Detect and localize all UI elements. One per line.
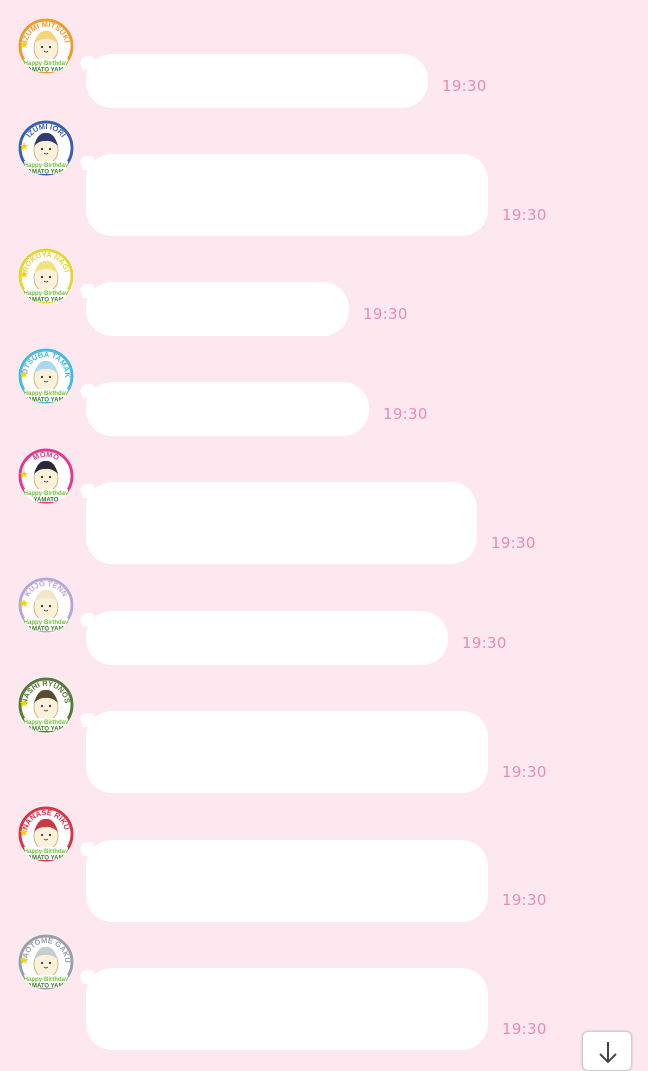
message-row: IZUMI MITSUKI Happy·Birthday YAMATO YAMA… (0, 18, 648, 112)
message-bubble[interactable] (86, 54, 428, 108)
message-bubble[interactable] (86, 482, 477, 564)
message-bubble[interactable] (86, 154, 488, 236)
sender-avatar[interactable]: YAOTOME GAKU Happy·Birthday YAMATO YAMA (18, 934, 74, 990)
message-text (86, 840, 488, 872)
message-timestamp: 19:30 (363, 305, 408, 323)
scroll-to-bottom-button[interactable] (582, 1031, 632, 1071)
svg-text:Happy·Birthday: Happy·Birthday (24, 291, 69, 297)
message-timestamp: 19:30 (502, 763, 547, 781)
message-row: YAOTOME GAKU Happy·Birthday YAMATO YAMA … (0, 934, 648, 1054)
svg-text:YAMATO YAMA: YAMATO YAMA (24, 398, 68, 404)
sender-avatar[interactable]: NANASE RIKU Happy·Birthday YAMATO YAMA (18, 806, 74, 862)
message-bubble[interactable] (86, 611, 448, 665)
svg-text:Happy·Birthday: Happy·Birthday (24, 977, 69, 983)
sender-avatar[interactable]: KUJO TENN Happy·Birthday YAMATO YAMA (18, 577, 74, 633)
sender-avatar[interactable]: YOTSUBA TAMAKI Happy·Birthday YAMATO YAM… (18, 348, 74, 404)
message-bubble[interactable] (86, 382, 369, 436)
svg-text:YAMATO: YAMATO (34, 498, 59, 504)
svg-text:Happy·Birthday: Happy·Birthday (24, 720, 69, 726)
svg-text:Happy·Birthday: Happy·Birthday (24, 849, 69, 855)
svg-text:YAMATO YAMA: YAMATO YAMA (24, 298, 68, 304)
message-text (86, 154, 488, 186)
message-text (86, 968, 488, 1000)
svg-text:Happy·Birthday: Happy·Birthday (24, 620, 69, 626)
message-text (86, 282, 349, 314)
message-row: YOTSUBA TAMAKI Happy·Birthday YAMATO YAM… (0, 348, 648, 440)
svg-text:Happy·Birthday: Happy·Birthday (24, 61, 69, 67)
svg-text:YAMATO YAMA: YAMATO YAMA (24, 856, 68, 862)
message-timestamp: 19:30 (462, 634, 507, 652)
sender-avatar[interactable]: IZUMI IORI Happy·Birthday YAMATO YAMA (18, 120, 74, 176)
message-text (86, 54, 428, 86)
message-row: MOMO Happy·Birthday YAMATO 19:30 (0, 448, 648, 568)
svg-text:YAMATO YAMA: YAMATO YAMA (24, 170, 68, 176)
chat-message-list[interactable]: IZUMI MITSUKI Happy·Birthday YAMATO YAMA… (0, 0, 648, 1060)
message-row: KUJO TENN Happy·Birthday YAMATO YAMA 19:… (0, 577, 648, 669)
arrow-down-icon (599, 1042, 617, 1064)
sender-avatar[interactable]: MOMO Happy·Birthday YAMATO (18, 448, 74, 504)
message-timestamp: 19:30 (442, 77, 487, 95)
message-text (86, 382, 369, 414)
sender-avatar[interactable]: ROKUYA NAGI Happy·Birthday YAMATO YAMA (18, 248, 74, 304)
message-row: TSUNASHI RYUNOSUKE Happy·Birthday YAMATO… (0, 677, 648, 797)
sender-avatar[interactable]: TSUNASHI RYUNOSUKE Happy·Birthday YAMATO… (18, 677, 74, 733)
sender-avatar[interactable]: IZUMI MITSUKI Happy·Birthday YAMATO YAMA (18, 18, 74, 74)
message-timestamp: 19:30 (491, 534, 536, 552)
message-bubble[interactable] (86, 711, 488, 793)
message-row: NANASE RIKU Happy·Birthday YAMATO YAMA 1… (0, 806, 648, 926)
message-bubble[interactable] (86, 840, 488, 922)
svg-text:Happy·Birthday: Happy·Birthday (24, 163, 69, 169)
svg-text:YAMATO YAMA: YAMATO YAMA (24, 68, 68, 74)
svg-text:Happy·Birthday: Happy·Birthday (24, 391, 69, 397)
svg-text:YAMATO YAMA: YAMATO YAMA (24, 627, 68, 633)
svg-text:YAMATO YAMA: YAMATO YAMA (24, 984, 68, 990)
message-timestamp: 19:30 (502, 206, 547, 224)
message-row: IZUMI IORI Happy·Birthday YAMATO YAMA 19… (0, 120, 648, 240)
message-bubble[interactable] (86, 968, 488, 1050)
message-timestamp: 19:30 (383, 405, 428, 423)
message-bubble[interactable] (86, 282, 349, 336)
message-row: ROKUYA NAGI Happy·Birthday YAMATO YAMA 1… (0, 248, 648, 340)
message-text (86, 711, 488, 743)
message-text (86, 611, 448, 643)
message-timestamp: 19:30 (502, 891, 547, 909)
svg-text:YAMATO YAMA: YAMATO YAMA (24, 727, 68, 733)
svg-text:Happy·Birthday: Happy·Birthday (24, 491, 69, 497)
message-timestamp: 19:30 (502, 1020, 547, 1038)
message-text (86, 482, 477, 514)
